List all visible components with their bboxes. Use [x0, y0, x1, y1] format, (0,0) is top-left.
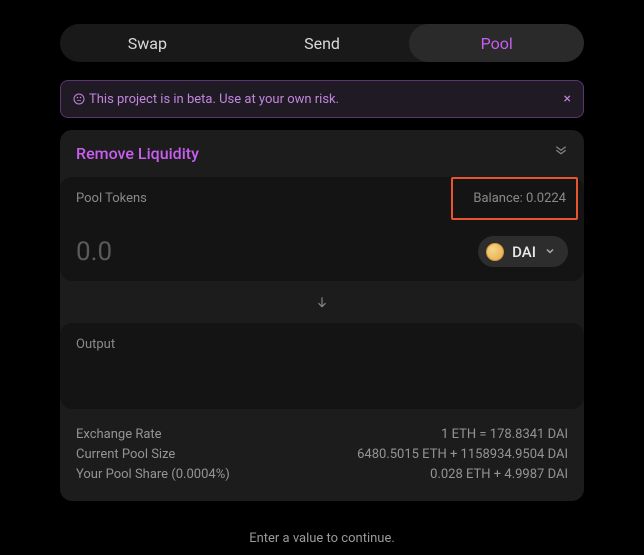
panel-header[interactable]: Remove Liquidity: [60, 130, 584, 177]
pool-size-label: Current Pool Size: [76, 445, 175, 465]
amount-input[interactable]: [76, 237, 276, 267]
pool-tokens-section: Pool Tokens Balance: 0.0224 DAI: [60, 177, 584, 281]
token-selector[interactable]: DAI: [478, 236, 568, 267]
warning-icon: [73, 93, 85, 105]
output-label: Output: [76, 337, 115, 352]
dai-token-icon: [486, 243, 504, 261]
pool-share-label: Your Pool Share (0.0004%): [76, 465, 230, 485]
info-block: Exchange Rate 1 ETH = 178.8341 DAI Curre…: [60, 409, 584, 501]
tab-send[interactable]: Send: [235, 24, 410, 62]
pool-size-value: 6480.5015 ETH + 1158934.9504 DAI: [357, 445, 568, 465]
footer-message: Enter a value to continue.: [60, 531, 584, 546]
banner-close-button[interactable]: ×: [564, 91, 571, 107]
pool-share-value: 0.028 ETH + 4.9987 DAI: [430, 465, 568, 485]
tab-pool[interactable]: Pool: [409, 24, 584, 62]
main-tabs: Swap Send Pool: [60, 24, 584, 62]
remove-liquidity-panel: Remove Liquidity Pool Tokens Balance: 0.…: [60, 130, 584, 501]
beta-warning-banner: This project is in beta. Use at your own…: [60, 80, 584, 118]
pool-tokens-label: Pool Tokens: [76, 191, 147, 222]
output-section: Output: [60, 323, 584, 409]
balance-display: Balance: 0.0224: [451, 177, 578, 220]
token-name: DAI: [512, 243, 536, 261]
arrow-down-divider: [60, 281, 584, 323]
panel-title: Remove Liquidity: [76, 144, 199, 163]
banner-text: This project is in beta. Use at your own…: [89, 92, 339, 107]
chevron-down-icon: [554, 144, 568, 163]
exchange-rate-value: 1 ETH = 178.8341 DAI: [441, 425, 568, 445]
exchange-rate-label: Exchange Rate: [76, 425, 162, 445]
chevron-down-icon: [544, 242, 556, 261]
tab-swap[interactable]: Swap: [60, 24, 235, 62]
